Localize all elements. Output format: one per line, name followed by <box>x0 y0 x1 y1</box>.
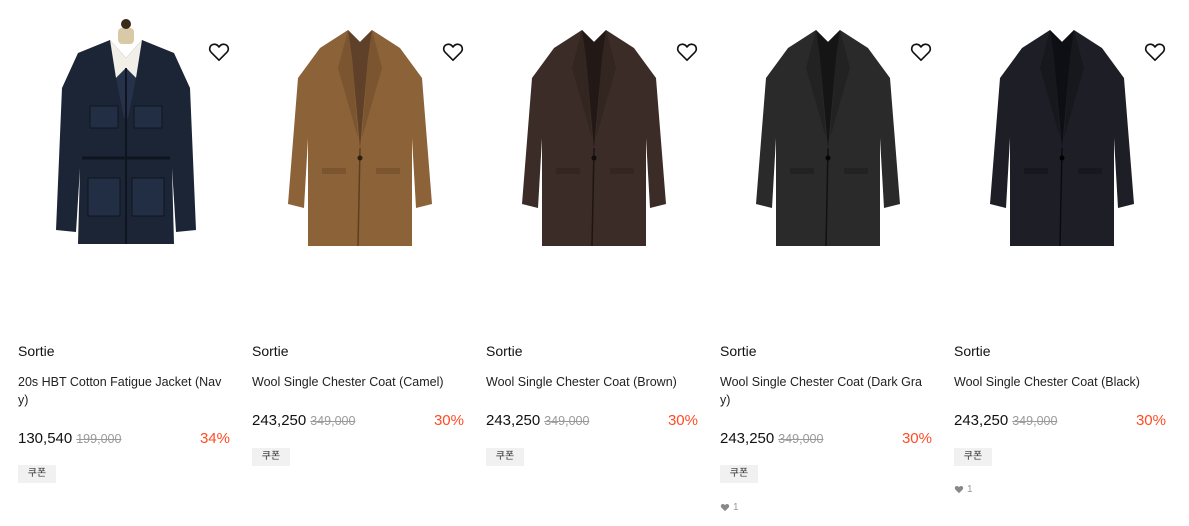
coupon-badge: 쿠폰 <box>486 448 524 466</box>
price-row: 243,250 349,000 30% <box>252 412 464 432</box>
coat-image <box>990 30 1134 247</box>
sale-price: 243,250 <box>954 412 1009 429</box>
original-price: 349,000 <box>544 414 590 428</box>
product-card[interactable]: Sortie Wool Single Chester Coat (Camel) … <box>252 0 468 526</box>
discount-rate: 30% <box>901 430 932 447</box>
discount-rate: 30% <box>667 412 698 429</box>
product-image[interactable] <box>252 0 468 320</box>
original-price: 199,000 <box>76 432 122 446</box>
like-count-value: 1 <box>733 502 739 513</box>
sale-price: 130,540 <box>18 430 73 447</box>
coat-image <box>288 30 432 247</box>
like-count: 1 <box>720 502 739 513</box>
product-image[interactable] <box>720 0 936 320</box>
original-price: 349,000 <box>1012 414 1058 428</box>
discount-rate: 30% <box>1135 412 1166 429</box>
discount-rate: 34% <box>199 430 230 447</box>
price-row: 130,540 199,000 34% <box>18 430 230 450</box>
original-price: 349,000 <box>310 414 356 428</box>
sale-price: 243,250 <box>252 412 307 429</box>
heart-filled-icon <box>720 504 730 512</box>
coupon-badge: 쿠폰 <box>18 465 56 483</box>
wishlist-heart-icon[interactable] <box>676 42 698 62</box>
price-row: 243,250 349,000 30% <box>720 430 932 450</box>
like-count-value: 1 <box>967 484 973 495</box>
product-card[interactable]: Sortie 20s HBT Cotton Fatigue Jacket (Na… <box>18 0 234 526</box>
like-count: 1 <box>954 484 973 495</box>
brand-name[interactable]: Sortie <box>252 343 289 359</box>
product-name[interactable]: Wool Single Chester Coat (Black) <box>954 373 1166 391</box>
wishlist-heart-icon[interactable] <box>910 42 932 62</box>
discount-rate: 30% <box>433 412 464 429</box>
price-row: 243,250 349,000 30% <box>486 412 698 432</box>
product-image[interactable] <box>18 0 234 320</box>
product-name[interactable]: Wool Single Chester Coat (Camel) <box>252 373 464 391</box>
product-image[interactable] <box>486 0 702 320</box>
brand-name[interactable]: Sortie <box>18 343 55 359</box>
jacket-image <box>56 19 196 244</box>
product-card[interactable]: Sortie Wool Single Chester Coat (Black) … <box>954 0 1170 526</box>
product-card[interactable]: Sortie Wool Single Chester Coat (Dark Gr… <box>720 0 936 526</box>
price-row: 243,250 349,000 30% <box>954 412 1166 432</box>
wishlist-heart-icon[interactable] <box>1144 42 1166 62</box>
product-image[interactable] <box>954 0 1170 320</box>
product-name[interactable]: Wool Single Chester Coat (Brown) <box>486 373 698 391</box>
product-grid: Sortie 20s HBT Cotton Fatigue Jacket (Na… <box>0 0 1189 526</box>
wishlist-heart-icon[interactable] <box>442 42 464 62</box>
product-name[interactable]: Wool Single Chester Coat (Dark Gray) <box>720 373 932 409</box>
coupon-badge: 쿠폰 <box>954 448 992 466</box>
coupon-badge: 쿠폰 <box>720 465 758 483</box>
heart-filled-icon <box>954 486 964 494</box>
brand-name[interactable]: Sortie <box>720 343 757 359</box>
sale-price: 243,250 <box>720 430 775 447</box>
brand-name[interactable]: Sortie <box>954 343 991 359</box>
product-card[interactable]: Sortie Wool Single Chester Coat (Brown) … <box>486 0 702 526</box>
product-name[interactable]: 20s HBT Cotton Fatigue Jacket (Navy) <box>18 373 230 409</box>
coat-image <box>522 30 666 247</box>
original-price: 349,000 <box>778 432 824 446</box>
coat-image <box>756 30 900 247</box>
coupon-badge: 쿠폰 <box>252 448 290 466</box>
wishlist-heart-icon[interactable] <box>208 42 230 62</box>
sale-price: 243,250 <box>486 412 541 429</box>
brand-name[interactable]: Sortie <box>486 343 523 359</box>
